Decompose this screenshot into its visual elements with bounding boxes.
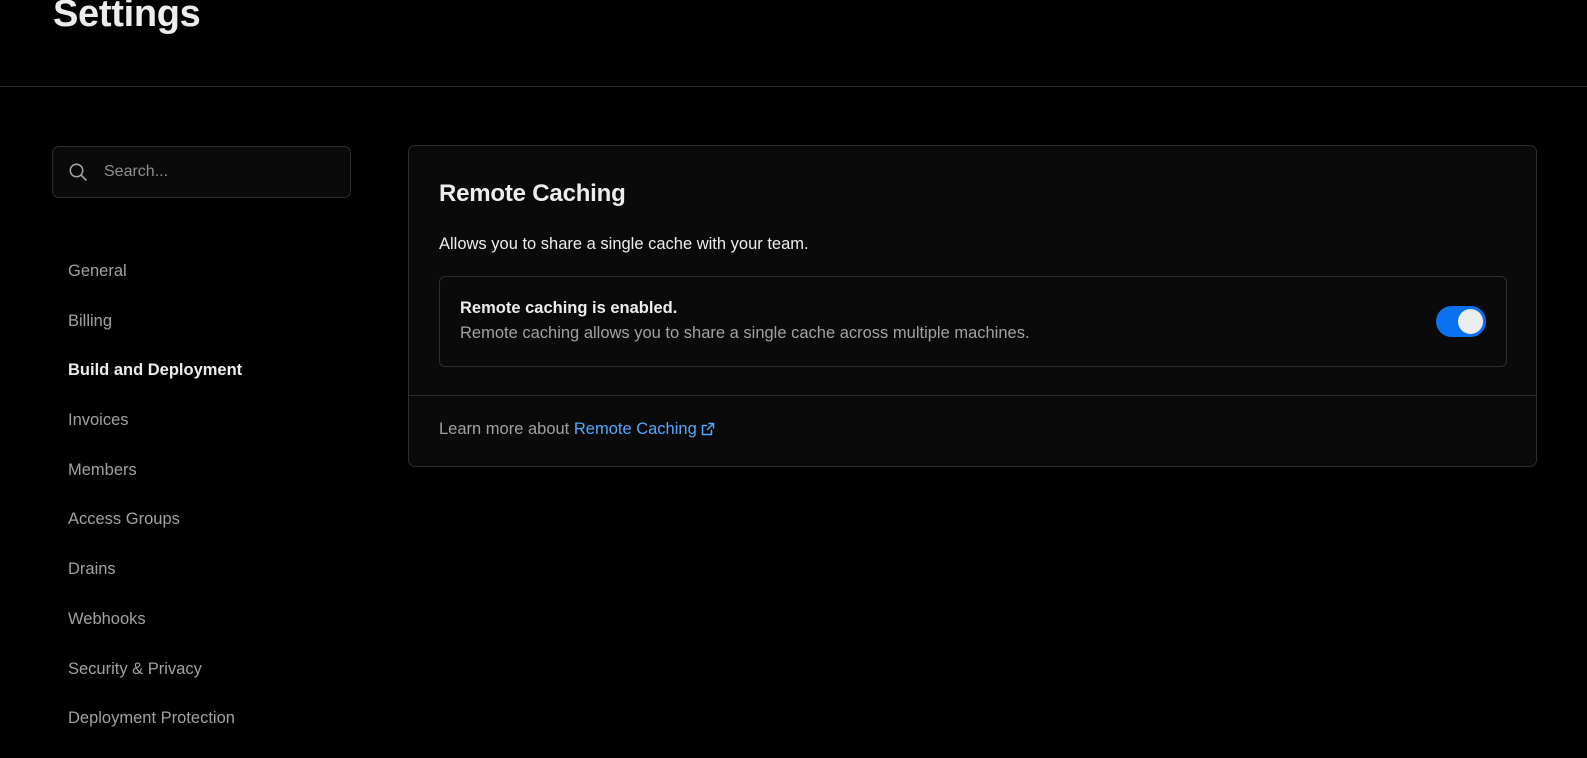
footer-text: Learn more about Remote Caching (439, 420, 715, 441)
search-icon (68, 162, 88, 182)
remote-caching-status: Remote caching is enabled. Remote cachin… (439, 276, 1507, 367)
sidebar-item-access-groups[interactable]: Access Groups (68, 506, 242, 556)
card-footer: Learn more about Remote Caching (409, 395, 1536, 466)
sidebar-item-deployment-protection[interactable]: Deployment Protection (68, 705, 242, 755)
sidebar-nav: General Billing Build and Deployment Inv… (68, 258, 242, 755)
footer-prefix: Learn more about (439, 420, 570, 438)
link-label: Remote Caching (573, 420, 697, 438)
sidebar-item-billing[interactable]: Billing (68, 308, 242, 358)
settings-page: Settings General Billing Build and Deplo… (0, 0, 1587, 758)
page-header: Settings (0, 0, 1587, 87)
sidebar-item-build-and-deployment[interactable]: Build and Deployment (68, 357, 242, 407)
sidebar-item-security-privacy[interactable]: Security & Privacy (68, 656, 242, 706)
search-box[interactable] (52, 146, 351, 198)
sidebar-item-general[interactable]: General (68, 258, 242, 308)
remote-caching-card: Remote Caching Allows you to share a sin… (408, 145, 1537, 467)
toggle-knob (1458, 309, 1483, 334)
card-description: Allows you to share a single cache with … (439, 235, 809, 253)
page-title: Settings (53, 0, 201, 35)
sidebar-item-webhooks[interactable]: Webhooks (68, 606, 242, 656)
card-title: Remote Caching (439, 180, 626, 207)
search-input[interactable] (102, 162, 336, 182)
remote-caching-docs-link[interactable]: Remote Caching (574, 420, 715, 438)
external-link-icon (701, 422, 715, 441)
sidebar-item-members[interactable]: Members (68, 457, 242, 507)
status-subtitle: Remote caching allows you to share a sin… (460, 324, 1030, 342)
remote-caching-toggle[interactable] (1436, 306, 1486, 337)
sidebar-item-drains[interactable]: Drains (68, 556, 242, 606)
sidebar-item-invoices[interactable]: Invoices (68, 407, 242, 457)
status-title: Remote caching is enabled. (460, 299, 678, 317)
